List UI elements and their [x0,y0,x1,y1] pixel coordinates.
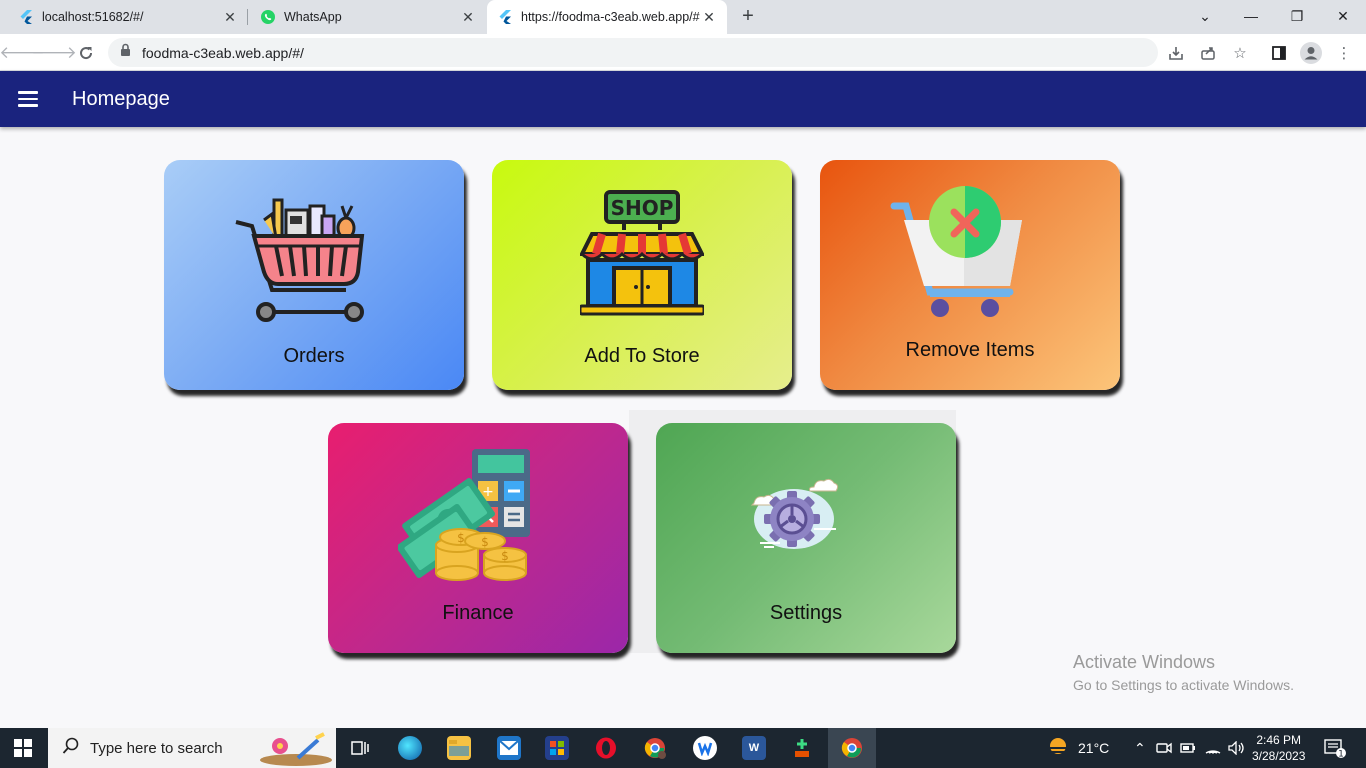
lock-icon [120,43,134,62]
windows-taskbar: Type here to search W 21°C ⌃ 2:46 PM 3/2… [0,728,1366,768]
card-label: Finance [442,602,514,624]
weather-widget[interactable]: 21°C [1046,728,1109,768]
chrome-icon[interactable] [840,736,864,760]
card-label: Add To Store [584,345,700,367]
edge-browser-icon[interactable] [398,736,422,760]
opera-icon[interactable] [594,736,618,760]
svg-text:$: $ [481,535,489,549]
hamburger-menu-icon[interactable] [18,91,38,107]
tab-close-icon[interactable]: ✕ [222,9,238,26]
clock-time: 2:46 PM [1256,733,1302,747]
search-placeholder: Type here to search [90,739,223,757]
taskbar-search-box[interactable]: Type here to search [48,728,336,768]
wifi-icon[interactable] [1204,728,1222,768]
install-app-icon[interactable] [1165,42,1187,64]
file-explorer-icon[interactable] [447,736,471,760]
app-plus-icon[interactable] [790,736,814,760]
battery-icon[interactable] [1180,728,1196,768]
meet-icon[interactable] [1156,728,1172,768]
browser-tab-strip: localhost:51682/#/ ✕ WhatsApp ✕ https://… [0,0,1366,34]
close-window-button[interactable]: ✕ [1320,0,1366,32]
tab-close-icon[interactable]: ✕ [460,9,476,26]
svg-text:SHOP: SHOP [611,196,674,220]
activate-windows-watermark: Activate Windows Go to Settings to activ… [1073,652,1294,693]
weather-temp: 21°C [1078,740,1110,756]
card-label: Settings [769,602,843,624]
remove-cart-icon [890,186,1022,317]
shopping-cart-icon [235,198,365,322]
app-w-icon[interactable] [693,736,717,760]
tab-title: https://foodma-c3eab.web.app/# [521,10,700,24]
shop-icon: SHOP [580,190,704,316]
settings-card[interactable]: Settings [656,423,956,653]
money-calculator-icon: + $ $ $ $ [398,449,530,581]
forward-arrow-icon[interactable]: 🡒 [31,40,77,66]
tab-foodma[interactable]: https://foodma-c3eab.web.app/# ✕ [487,0,727,34]
tab-title: localhost:51682/#/ [42,10,144,24]
word-icon[interactable]: W [742,736,766,760]
watermark-title: Activate Windows [1073,652,1216,672]
gear-icon [750,478,839,549]
microsoft-store-icon[interactable] [545,736,569,760]
remove-items-card[interactable]: Remove Items [820,160,1120,390]
page-title: Homepage [72,88,170,110]
share-icon[interactable] [1197,42,1219,64]
whatsapp-icon [260,9,276,25]
flutter-icon [497,9,513,25]
tab-title: WhatsApp [284,10,342,24]
watermark-subtitle: Go to Settings to activate Windows. [1073,677,1294,693]
url-text: foodma-c3eab.web.app/#/ [142,44,304,61]
orders-card[interactable]: Orders [164,160,464,390]
add-to-store-card[interactable]: SHOP Add To Store [492,160,792,390]
profile-avatar-icon[interactable] [1300,42,1322,64]
system-clock[interactable]: 2:46 PM 3/28/2023 [1252,732,1305,764]
reload-icon[interactable] [73,40,99,66]
more-options-icon[interactable]: ⋮ [1333,42,1355,64]
svg-text:$: $ [457,531,465,545]
card-label: Remove Items [905,339,1035,361]
task-view-icon[interactable] [348,736,372,760]
tab-search-button[interactable]: ⌄ [1182,0,1228,32]
tab-localhost[interactable]: localhost:51682/#/ ✕ [8,0,248,34]
notifications-count: 1 [1338,750,1344,759]
mail-icon[interactable] [497,736,521,760]
address-bar[interactable]: foodma-c3eab.web.app/#/ [108,38,1158,67]
volume-icon[interactable] [1228,728,1246,768]
browser-toolbar: 🡐 🡒 foodma-c3eab.web.app/#/ ☆ ⋮ [0,34,1366,71]
show-hidden-icons[interactable]: ⌃ [1134,728,1146,768]
chrome-profile-icon[interactable] [643,736,667,760]
side-panel-icon[interactable] [1268,42,1290,64]
new-tab-button[interactable]: + [736,5,760,29]
windows-start-icon[interactable] [14,739,32,757]
tab-whatsapp[interactable]: WhatsApp ✕ [250,0,486,34]
minimize-button[interactable]: — [1228,0,1274,32]
card-label: Orders [283,345,345,367]
flutter-icon [18,9,34,25]
finance-card[interactable]: + $ $ $ $ Finance [328,423,628,653]
search-icon [62,737,80,760]
restore-button[interactable]: ❐ [1274,0,1320,32]
search-highlight-icon [258,732,334,768]
app-bar: Homepage [0,71,1366,127]
sun-icon [1046,736,1070,761]
bookmark-star-icon[interactable]: ☆ [1229,42,1251,64]
notifications-icon[interactable]: 1 [1324,728,1346,768]
tab-close-icon[interactable]: ✕ [701,9,717,26]
svg-text:$: $ [501,549,509,563]
clock-date: 3/28/2023 [1252,749,1306,763]
